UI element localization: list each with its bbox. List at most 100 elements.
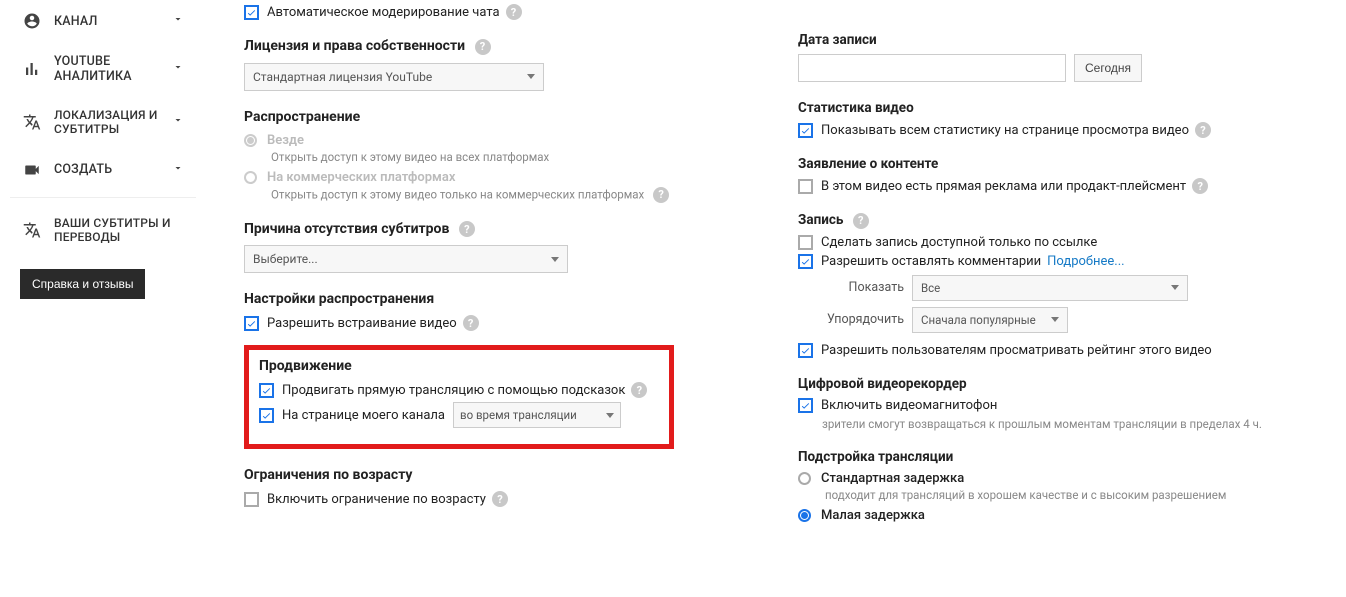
select-value: Стандартная лицензия YouTube <box>253 70 432 84</box>
videocam-icon <box>20 161 44 179</box>
right-column: Дата записи Сегодня Статистика видео Пок… <box>786 0 1346 525</box>
sidebar-item-label: YOUTUBE АНАЛИТИКА <box>54 54 172 84</box>
latency-standard-radio[interactable]: Стандартная задержка <box>798 471 1334 486</box>
show-label: Показать <box>822 280 904 295</box>
radio-label: На коммерческих платформах <box>267 170 455 185</box>
radio-icon <box>244 134 257 147</box>
translate-icon <box>20 221 44 239</box>
help-icon[interactable]: ? <box>1192 178 1208 194</box>
help-icon[interactable]: ? <box>475 39 491 55</box>
checkbox-icon <box>798 254 813 269</box>
left-column: Автоматическое модерирование чата ? Лице… <box>232 0 686 525</box>
license-select[interactable]: Стандартная лицензия YouTube <box>244 63 544 91</box>
content-declaration-checkbox[interactable]: В этом видео есть прямая реклама или про… <box>798 178 1334 194</box>
radio-label: Стандартная задержка <box>821 471 964 486</box>
radio-description: подходит для трансляций в хорошем качест… <box>825 488 1334 502</box>
help-feedback-button[interactable]: Справка и отзывы <box>20 269 145 299</box>
show-stats-checkbox[interactable]: Показывать всем статистику на странице п… <box>798 122 1334 138</box>
show-comments-row: Показать Все <box>822 275 1334 301</box>
sidebar-item-label: ЛОКАЛИЗАЦИЯ И СУБТИТРЫ <box>54 108 172 137</box>
sidebar-item-label: СОЗДАТЬ <box>54 162 172 177</box>
checkbox-icon <box>244 5 259 20</box>
chevron-down-icon <box>172 61 184 77</box>
allow-embed-checkbox[interactable]: Разрешить встраивание видео ? <box>244 315 674 331</box>
radio-description: Открыть доступ к этому видео на всех пла… <box>271 150 674 164</box>
learn-more-link[interactable]: Подробнее... <box>1047 254 1124 269</box>
bar-chart-icon <box>20 60 44 78</box>
sidebar-item-your-subtitles[interactable]: ВАШИ СУБТИТРЫ И ПЕРЕВОДЫ <box>10 204 196 257</box>
age-restriction-checkbox[interactable]: Включить ограничение по возрасту ? <box>244 491 674 507</box>
dist-commercial-radio: На коммерческих платформах <box>244 170 674 185</box>
content-declaration-heading: Заявление о контенте <box>798 156 1334 172</box>
checkbox-label: Разрешить встраивание видео <box>267 316 457 331</box>
sort-comments-row: Упорядочить Сначала популярные <box>822 307 1334 333</box>
radio-label: Малая задержка <box>821 508 925 523</box>
promote-timing-select[interactable]: во время трансляции <box>453 402 621 428</box>
checkbox-label: Показывать всем статистику на странице п… <box>821 123 1189 138</box>
show-comments-select[interactable]: Все <box>912 275 1188 301</box>
caret-down-icon <box>606 413 614 418</box>
sidebar-item-channel[interactable]: КАНАЛ <box>10 0 196 42</box>
license-heading: Лицензия и права собственности ? <box>244 38 674 55</box>
sidebar-item-label: КАНАЛ <box>54 14 172 29</box>
sidebar-item-create[interactable]: СОЗДАТЬ <box>10 149 196 191</box>
checkbox-icon <box>798 398 813 413</box>
sidebar-item-analytics[interactable]: YOUTUBE АНАЛИТИКА <box>10 42 196 96</box>
on-channel-page-checkbox[interactable]: На странице моего канала во время трансл… <box>259 402 659 428</box>
sort-comments-select[interactable]: Сначала популярные <box>912 307 1068 333</box>
checkbox-icon <box>259 383 274 398</box>
no-captions-select[interactable]: Выберите... <box>244 245 568 273</box>
age-restriction-heading: Ограничения по возрасту <box>244 467 674 483</box>
promotion-highlight-box: Продвижение Продвигать прямую трансляцию… <box>244 345 674 449</box>
checkbox-label: Включить ограничение по возрасту <box>267 492 486 507</box>
checkbox-label: Автоматическое модерирование чата <box>267 5 500 20</box>
radio-icon <box>798 472 811 485</box>
caret-down-icon <box>551 257 559 262</box>
help-icon[interactable]: ? <box>631 382 647 398</box>
chevron-down-icon <box>172 162 184 178</box>
user-circle-icon <box>20 12 44 30</box>
sidebar: КАНАЛ YOUTUBE АНАЛИТИКА ЛОКАЛИЗАЦИЯ И СУ… <box>0 0 196 525</box>
promote-hints-checkbox[interactable]: Продвигать прямую трансляцию с помощью п… <box>259 382 659 398</box>
select-value: Сначала популярные <box>921 313 1036 327</box>
checkbox-icon <box>798 343 813 358</box>
dvr-enable-checkbox[interactable]: Включить видеомагнитофон <box>798 398 1334 413</box>
video-stats-heading: Статистика видео <box>798 100 1334 116</box>
link-only-checkbox[interactable]: Сделать запись доступной только по ссылк… <box>798 235 1334 250</box>
latency-low-radio[interactable]: Малая задержка <box>798 508 1334 523</box>
help-icon[interactable]: ? <box>463 315 479 331</box>
no-captions-heading: Причина отсутствия субтитров ? <box>244 221 674 238</box>
today-button[interactable]: Сегодня <box>1074 54 1142 82</box>
promotion-heading: Продвижение <box>259 358 659 374</box>
radio-label: Везде <box>267 133 304 148</box>
record-date-input[interactable] <box>798 54 1066 82</box>
allow-rating-checkbox[interactable]: Разрешить пользователям просматривать ре… <box>798 343 1334 358</box>
chevron-down-icon <box>172 13 184 29</box>
sidebar-item-label: ВАШИ СУБТИТРЫ И ПЕРЕВОДЫ <box>54 216 184 245</box>
dvr-description: зрители смогут возвращаться к прошлым мо… <box>822 417 1334 431</box>
select-value: Выберите... <box>253 252 318 266</box>
checkbox-icon <box>259 408 274 423</box>
translate-icon <box>20 113 44 131</box>
help-icon[interactable]: ? <box>853 213 869 229</box>
latency-heading: Подстройка трансляции <box>798 449 1334 465</box>
help-icon[interactable]: ? <box>653 187 669 203</box>
checkbox-icon <box>244 492 259 507</box>
caret-down-icon <box>527 74 535 79</box>
radio-icon <box>798 509 811 522</box>
auto-moderation-checkbox[interactable]: Автоматическое модерирование чата ? <box>244 4 674 20</box>
sidebar-item-localization[interactable]: ЛОКАЛИЗАЦИЯ И СУБТИТРЫ <box>10 96 196 149</box>
select-value: Все <box>921 281 940 295</box>
dist-everywhere-radio: Везде <box>244 133 674 148</box>
caret-down-icon <box>1171 285 1179 290</box>
help-icon[interactable]: ? <box>492 491 508 507</box>
help-icon[interactable]: ? <box>1195 122 1211 138</box>
allow-comments-checkbox[interactable]: Разрешить оставлять комментарии Подробне… <box>798 254 1334 269</box>
help-icon[interactable]: ? <box>459 221 475 237</box>
help-icon[interactable]: ? <box>506 4 522 20</box>
sort-label: Упорядочить <box>822 312 904 327</box>
checkbox-icon <box>798 123 813 138</box>
dvr-heading: Цифровой видеорекордер <box>798 376 1334 392</box>
chevron-down-icon <box>172 114 184 130</box>
dist-settings-heading: Настройки распространения <box>244 291 674 307</box>
